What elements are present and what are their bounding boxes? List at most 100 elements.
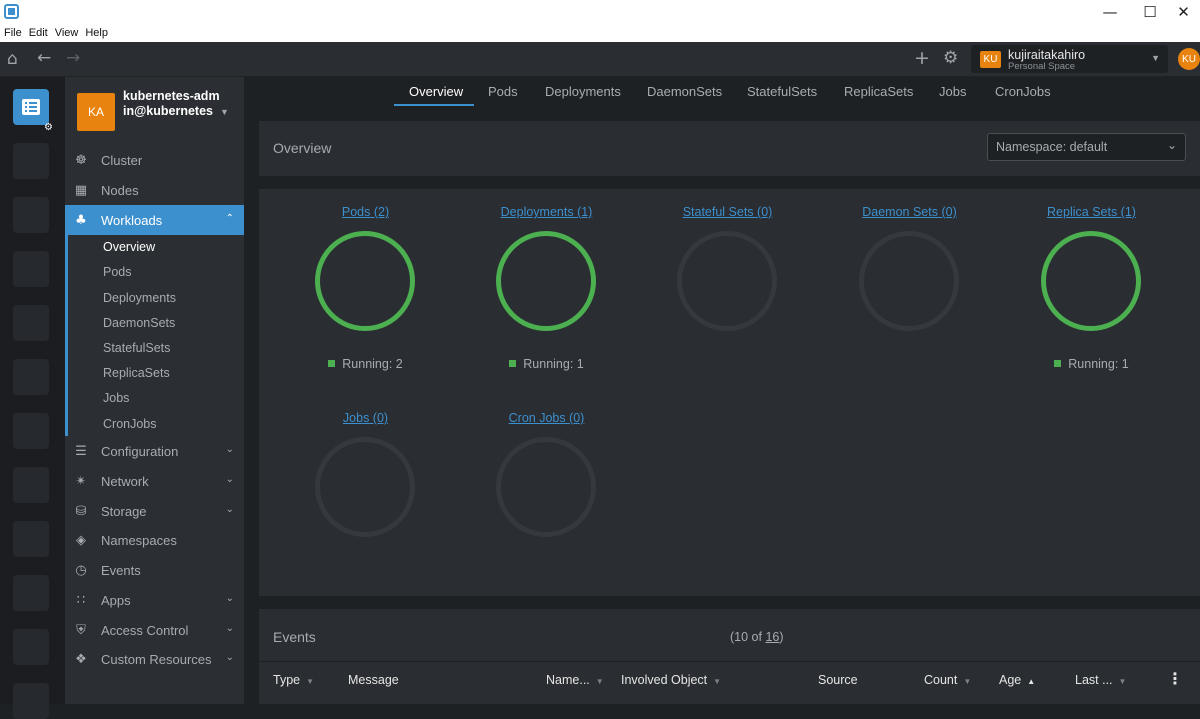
overview-title: Overview (273, 140, 332, 156)
sidebar-item-nodes[interactable]: ▦ Nodes (65, 175, 244, 205)
submenu-border (65, 233, 68, 436)
column-header-source[interactable]: Source (818, 673, 858, 687)
sort-icon: ▼ (306, 677, 315, 686)
sidebar-sub-overview[interactable]: Overview (103, 236, 155, 258)
sort-icon: ▼ (713, 677, 722, 686)
database-icon: ⛁ (75, 503, 87, 519)
sidebar-item-storage[interactable]: ⛁ Storage ⌄ (65, 496, 244, 526)
workload-link-statefulsets[interactable]: Stateful Sets (0) (637, 205, 818, 219)
sidebar-sub-pods[interactable]: Pods (103, 261, 132, 283)
sidebar-item-custom-resources[interactable]: ❖ Custom Resources ⌄ (65, 644, 244, 674)
tab-pods[interactable]: Pods (488, 84, 518, 99)
gear-icon[interactable]: ⚙ (943, 48, 958, 68)
running-dot (328, 360, 336, 367)
sidebar-item-label: Cluster (101, 152, 143, 168)
column-header-last-seen[interactable]: Last ... ▼ (1075, 673, 1126, 687)
workspace-badge: KU (980, 51, 1001, 68)
sort-ascending-icon: ▲ (1027, 677, 1036, 686)
events-count-suffix: ) (779, 630, 784, 644)
sidebar-item-events[interactable]: ◷ Events (65, 555, 244, 585)
column-header-type[interactable]: Type ▼ (273, 673, 314, 687)
hotbar-slot[interactable] (13, 683, 49, 719)
tab-cronjobs[interactable]: CronJobs (995, 84, 1051, 99)
workload-link-jobs[interactable]: Jobs (0) (275, 411, 456, 425)
hotbar-slot[interactable] (13, 521, 49, 557)
sidebar-sub-cronjobs[interactable]: CronJobs (103, 413, 157, 435)
hotbar-active-cluster[interactable] (13, 89, 49, 125)
column-header-message[interactable]: Message (348, 673, 399, 687)
cluster-badge: KA (77, 93, 115, 131)
workload-link-cronjobs[interactable]: Cron Jobs (0) (456, 411, 637, 425)
sidebar-item-label: Nodes (101, 182, 139, 198)
sidebar-sub-deployments[interactable]: Deployments (103, 287, 176, 309)
forward-arrow-icon[interactable]: → (66, 48, 80, 68)
tab-replicasets[interactable]: ReplicaSets (844, 84, 913, 99)
grid-icon: ∷ (76, 592, 86, 608)
status-text: Running: 2 (342, 357, 403, 371)
hotbar-slot[interactable] (13, 413, 49, 449)
sidebar-sub-daemonsets[interactable]: DaemonSets (103, 312, 175, 334)
menu-view[interactable]: View (55, 27, 79, 39)
home-icon[interactable]: ⌂ (7, 49, 18, 69)
events-count-total[interactable]: 16 (765, 630, 779, 644)
workload-jobs: Jobs (0) (275, 411, 456, 537)
sidebar-item-apps[interactable]: ∷ Apps ⌄ (65, 585, 244, 615)
workload-link-replicasets[interactable]: Replica Sets (1) (1001, 205, 1182, 219)
namespace-select[interactable]: Namespace: default ⌄ (987, 133, 1186, 161)
workload-overview-panel: Pods (2) Running: 2 Deployments (1) Runn… (259, 189, 1200, 596)
status-ring (315, 231, 415, 331)
close-button[interactable]: ✕ (1167, 0, 1200, 23)
column-label: Name... (546, 673, 590, 687)
column-header-age[interactable]: Age ▲ (999, 673, 1035, 687)
hotbar-slot[interactable] (13, 575, 49, 611)
back-arrow-icon[interactable]: ← (37, 48, 51, 68)
cluster-name[interactable]: kubernetes-admin@kubernetes (123, 89, 223, 119)
menubar: File Edit View Help (0, 23, 1200, 42)
menu-edit[interactable]: Edit (29, 27, 48, 39)
workload-link-daemonsets[interactable]: Daemon Sets (0) (819, 205, 1000, 219)
sidebar-item-configuration[interactable]: ☰ Configuration ⌄ (65, 436, 244, 466)
sidebar: KA kubernetes-admin@kubernetes ▼ ☸ Clust… (65, 77, 244, 704)
sidebar-item-network[interactable]: ✴ Network ⌄ (65, 466, 244, 496)
sidebar-item-namespaces[interactable]: ◈ Namespaces (65, 525, 244, 555)
tab-deployments[interactable]: Deployments (545, 84, 621, 99)
hotbar-slot[interactable] (13, 143, 49, 179)
shield-icon: ⛨ (76, 622, 86, 638)
workload-link-pods[interactable]: Pods (2) (275, 205, 456, 219)
menu-help[interactable]: Help (85, 27, 108, 39)
status-legend: Running: 1 (1001, 357, 1182, 371)
status-legend: Running: 1 (456, 357, 637, 371)
avatar[interactable]: KU (1178, 48, 1200, 70)
sidebar-item-label: Apps (101, 592, 131, 608)
settings-gear-icon[interactable]: ⚙ (44, 122, 53, 133)
tab-overview[interactable]: Overview (409, 84, 463, 99)
hotbar-slot[interactable] (13, 251, 49, 287)
column-header-involved-object[interactable]: Involved Object ▼ (621, 673, 721, 687)
hotbar-slot[interactable] (13, 467, 49, 503)
sidebar-sub-statefulsets[interactable]: StatefulSets (103, 337, 170, 359)
column-header-count[interactable]: Count ▼ (924, 673, 971, 687)
sidebar-sub-jobs[interactable]: Jobs (103, 387, 129, 409)
sidebar-sub-replicasets[interactable]: ReplicaSets (103, 362, 170, 384)
chevron-down-icon[interactable]: ▼ (220, 107, 229, 117)
workload-replicasets: Replica Sets (1) Running: 1 (1001, 205, 1182, 371)
kebab-menu-icon[interactable]: ⋮ (1167, 669, 1183, 688)
sidebar-item-cluster[interactable]: ☸ Cluster (65, 145, 244, 175)
menu-file[interactable]: File (4, 27, 22, 39)
workspace-selector[interactable]: KU kujiraitakahiro Personal Space ▼ (971, 45, 1168, 73)
status-ring (496, 437, 596, 537)
chevron-down-icon: ⌄ (225, 444, 234, 455)
hotbar-slot[interactable] (13, 629, 49, 665)
column-header-namespace[interactable]: Name... ▼ (546, 673, 604, 687)
workload-link-deployments[interactable]: Deployments (1) (456, 205, 637, 219)
workload-daemonsets: Daemon Sets (0) (819, 205, 1000, 331)
tab-statefulsets[interactable]: StatefulSets (747, 84, 817, 99)
hotbar-slot[interactable] (13, 197, 49, 233)
add-icon[interactable]: + (914, 47, 930, 69)
hotbar-slot[interactable] (13, 359, 49, 395)
sidebar-item-workloads[interactable]: ♣ Workloads ⌃ (65, 205, 244, 235)
tab-jobs[interactable]: Jobs (939, 84, 966, 99)
tab-daemonsets[interactable]: DaemonSets (647, 84, 722, 99)
sidebar-item-access-control[interactable]: ⛨ Access Control ⌄ (65, 615, 244, 645)
hotbar-slot[interactable] (13, 305, 49, 341)
